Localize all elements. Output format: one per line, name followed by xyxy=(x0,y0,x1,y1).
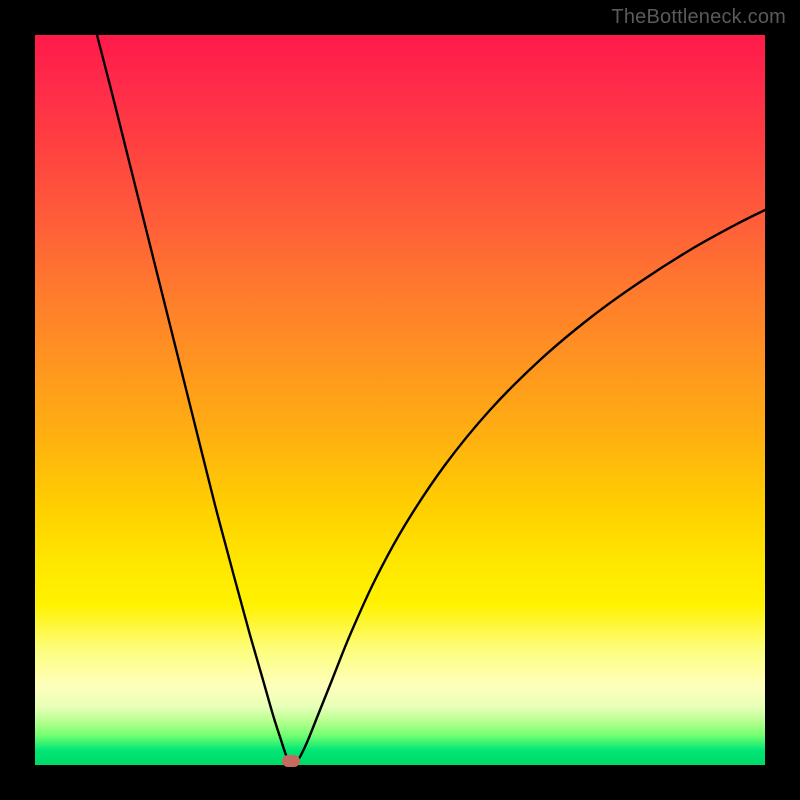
watermark-text: TheBottleneck.com xyxy=(611,6,786,29)
chart-plot-area xyxy=(35,35,765,765)
chart-curve xyxy=(35,35,765,765)
minimum-marker xyxy=(282,755,300,767)
